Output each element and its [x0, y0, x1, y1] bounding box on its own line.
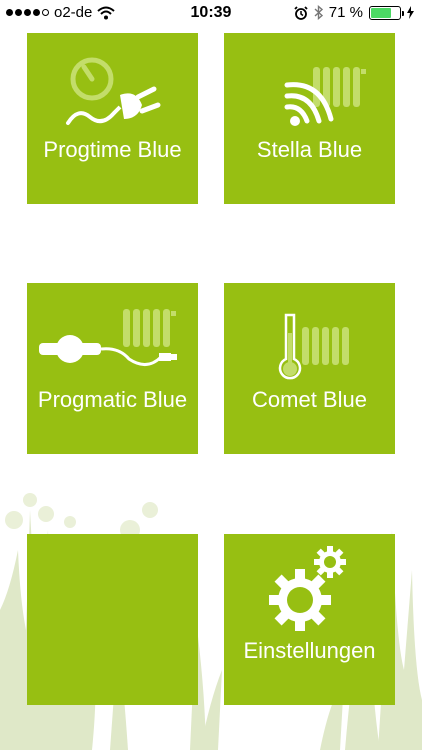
gears-icon [269, 546, 346, 631]
cable-radiator-icon [39, 309, 177, 366]
tile-progmatic-blue[interactable]: Progmatic Blue [27, 283, 198, 454]
timer-plug-icon [66, 57, 161, 125]
tile-label: Comet Blue [252, 387, 367, 412]
tile-comet-blue[interactable]: Comet Blue [224, 283, 395, 454]
tile-progtime-blue[interactable]: Progtime Blue [27, 33, 198, 204]
tile-label: Progmatic Blue [37, 387, 188, 412]
tile-label: Stella Blue [256, 137, 363, 162]
alarm-icon [294, 5, 308, 20]
status-icons: 71 % [294, 4, 414, 21]
battery-percent: 71 % [328, 4, 363, 21]
tile-einstellungen[interactable]: Einstellungen [224, 534, 395, 705]
tile-label: Progtime Blue [43, 137, 182, 162]
thermometer-radiator-icon [278, 313, 349, 380]
battery-icon [369, 5, 404, 20]
status-bar: o2-de 10:39 71 % [0, 0, 422, 26]
tile-stella-blue[interactable]: Stella Blue [224, 33, 395, 204]
bluetooth-icon [314, 5, 323, 20]
charging-icon [407, 6, 414, 19]
tile-label: Einstellungen [243, 638, 376, 663]
tile-empty[interactable] [27, 534, 198, 705]
wireless-radiator-icon [284, 67, 366, 126]
